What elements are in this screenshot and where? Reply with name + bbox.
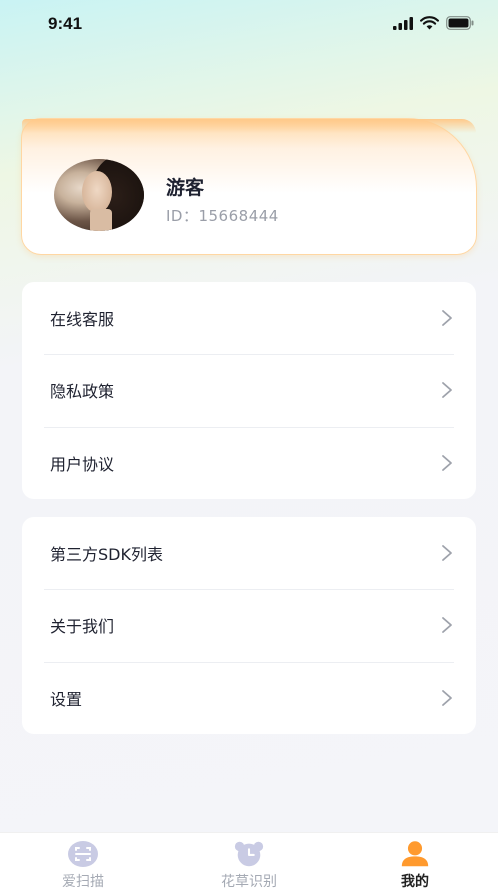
wifi-icon <box>420 16 439 30</box>
menu-item-online-service[interactable]: 在线客服 <box>22 282 476 354</box>
avatar[interactable] <box>54 159 144 231</box>
chevron-right-icon <box>442 617 452 634</box>
tab-mine[interactable]: 我的 <box>332 833 498 892</box>
scan-icon <box>67 840 99 868</box>
tab-label: 爱扫描 <box>62 874 104 890</box>
menu-item-label: 设置 <box>50 689 83 709</box>
tab-label: 花草识别 <box>221 874 277 890</box>
profile-card[interactable]: 游客 ID：15668444 <box>21 118 477 255</box>
status-time: 9:41 <box>48 14 83 33</box>
menu-item-settings[interactable]: 设置 <box>22 661 476 734</box>
menu-item-label: 第三方SDK列表 <box>50 545 163 565</box>
chevron-right-icon <box>442 545 452 562</box>
menu-item-about-us[interactable]: 关于我们 <box>22 589 476 661</box>
username: 游客 <box>166 177 205 199</box>
menu-item-label: 关于我们 <box>50 617 115 637</box>
menu-item-sdk-list[interactable]: 第三方SDK列表 <box>22 517 476 589</box>
menu-group-support: 在线客服 隐私政策 用户协议 <box>22 282 476 499</box>
chevron-right-icon <box>442 689 452 706</box>
alarm-clock-icon <box>233 840 265 868</box>
menu-group-about: 第三方SDK列表 关于我们 设置 <box>22 517 476 734</box>
menu-item-label: 用户协议 <box>50 454 115 474</box>
tab-label: 我的 <box>401 874 429 890</box>
chevron-right-icon <box>442 382 452 399</box>
chevron-right-icon <box>442 310 452 327</box>
battery-icon <box>446 16 474 30</box>
tab-plant-identify[interactable]: 花草识别 <box>166 833 332 892</box>
menu-item-user-agreement[interactable]: 用户协议 <box>22 426 476 499</box>
chevron-right-icon <box>442 454 452 471</box>
bottom-tab-bar: 爱扫描 花草识别 我的 <box>0 832 498 892</box>
tab-scan[interactable]: 爱扫描 <box>0 833 166 892</box>
user-id: ID：15668444 <box>166 207 279 225</box>
menu-item-label: 隐私政策 <box>50 382 115 402</box>
status-icons <box>393 16 474 30</box>
menu-item-privacy-policy[interactable]: 隐私政策 <box>22 354 476 426</box>
menu-item-label: 在线客服 <box>50 310 115 330</box>
person-icon <box>399 840 431 868</box>
signal-icon <box>393 16 413 30</box>
status-bar: 9:41 <box>0 0 498 48</box>
